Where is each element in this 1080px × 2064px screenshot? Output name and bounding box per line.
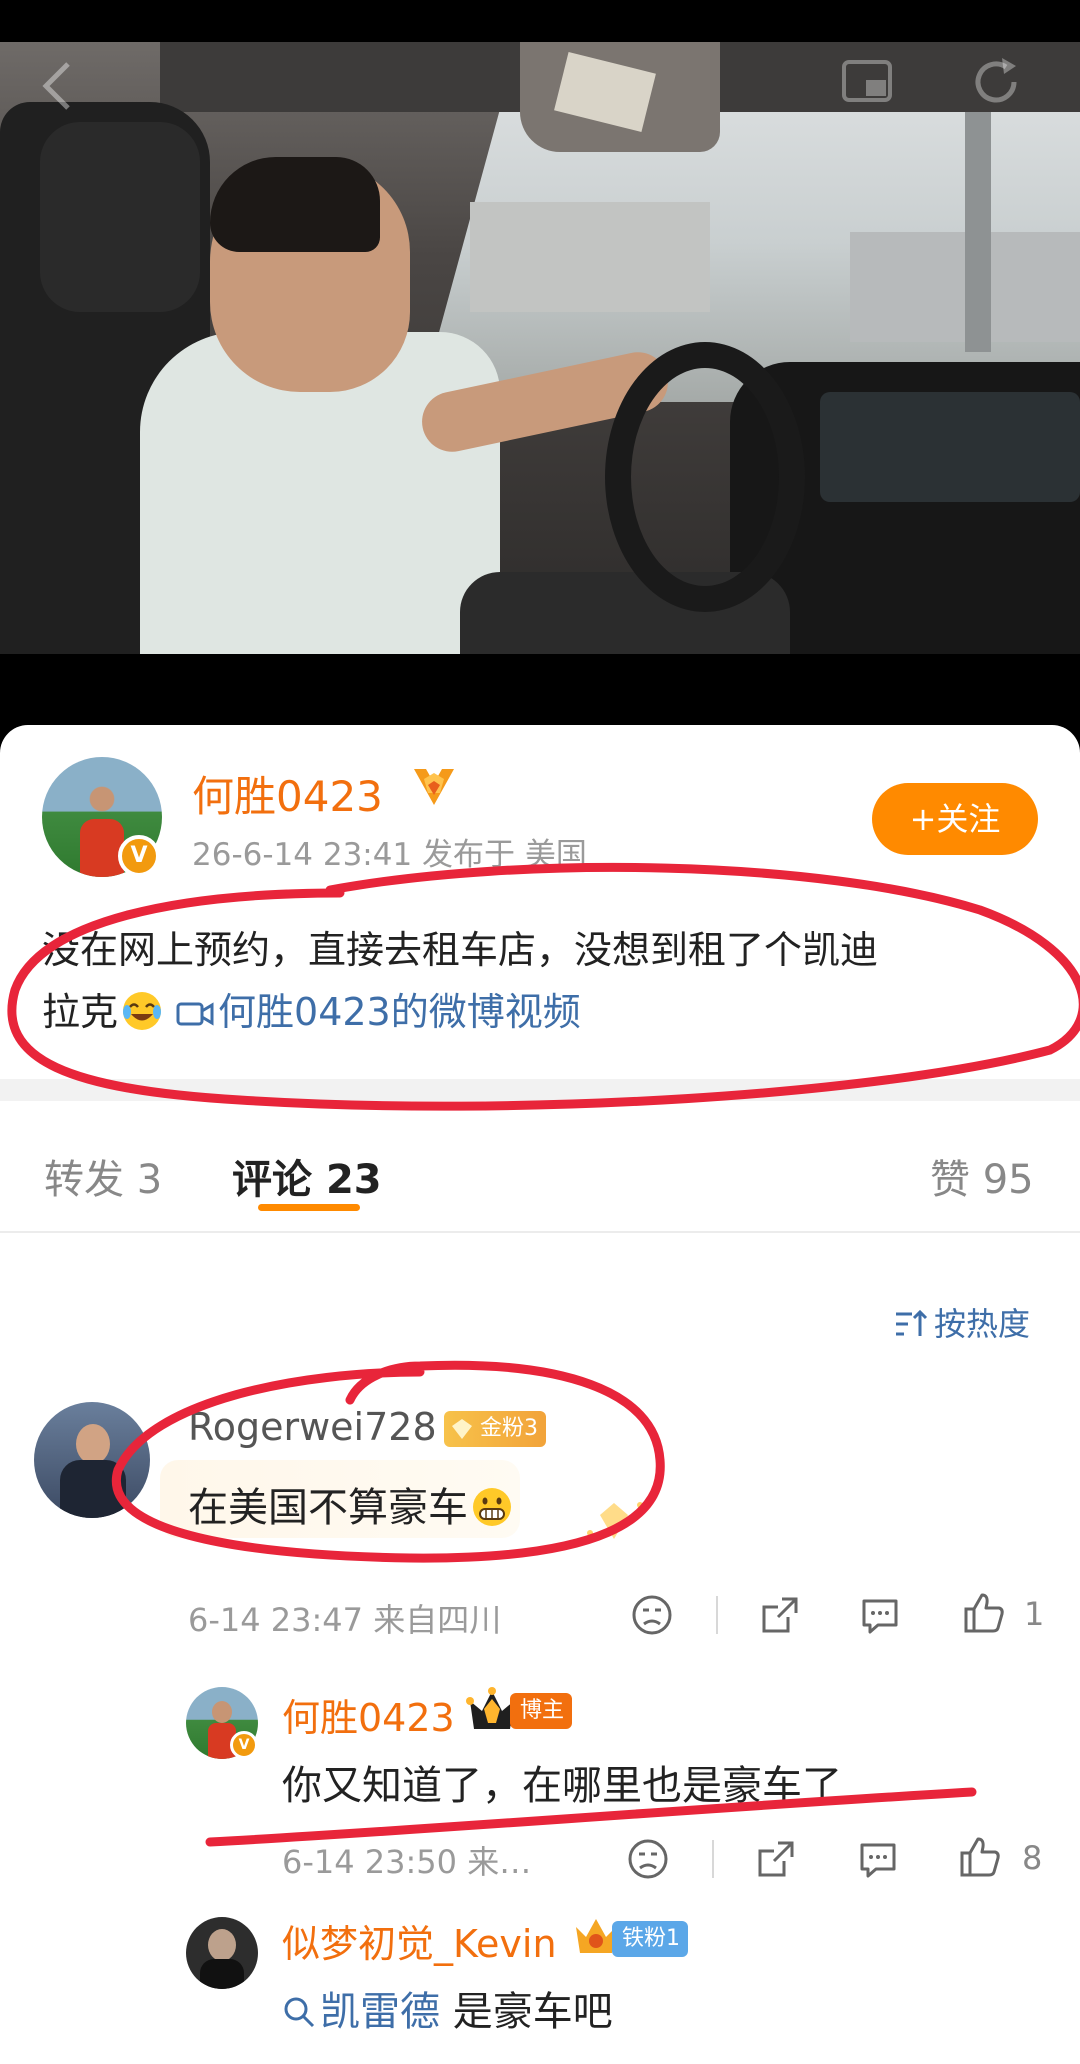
like-icon[interactable] bbox=[962, 1591, 1006, 1635]
like-icon[interactable] bbox=[958, 1835, 1002, 1879]
post-text-line-1: 没在网上预约，直接去租车店，没想到租了个凯迪 bbox=[42, 928, 879, 972]
sort-icon bbox=[896, 1309, 928, 1336]
share-icon[interactable] bbox=[758, 1593, 802, 1637]
commenter-name[interactable]: Rogerwei728 bbox=[188, 1405, 437, 1449]
tab-likes[interactable]: 赞 95 bbox=[930, 1147, 1034, 1205]
reply-meta: 6-14 23:50 来… bbox=[282, 1843, 532, 1881]
search-icon bbox=[284, 1997, 315, 2028]
video-link[interactable]: 何胜0423的微博视频 bbox=[164, 990, 581, 1034]
gem-icon bbox=[452, 1419, 472, 1439]
reply-user-name[interactable]: 似梦初觉_Kevin bbox=[282, 1913, 557, 1968]
reply-user-name[interactable]: 何胜0423 bbox=[282, 1687, 455, 1742]
orange-medal-icon bbox=[414, 769, 454, 805]
reply-icon[interactable] bbox=[856, 1837, 900, 1881]
reply-icon[interactable] bbox=[858, 1593, 902, 1637]
topic-search-link[interactable]: 凯雷德 bbox=[282, 1989, 440, 2035]
tab-repost[interactable]: 转发 3 bbox=[44, 1147, 162, 1205]
laughing-crying-emoji-icon bbox=[123, 992, 162, 1030]
verified-badge-small: V bbox=[230, 1731, 258, 1759]
video-player[interactable] bbox=[0, 0, 1080, 725]
share-icon[interactable] bbox=[754, 1837, 798, 1881]
refresh-icon[interactable] bbox=[966, 52, 1026, 112]
dislike-face-icon[interactable] bbox=[630, 1593, 674, 1637]
post-card: V 何胜0423 26-6-14 23:41 发布于 美国 +关注 没在网上预约… bbox=[0, 725, 1080, 2064]
blogger-badge: 博主 bbox=[510, 1693, 573, 1729]
like-count: 1 bbox=[1024, 1595, 1045, 1633]
section-divider bbox=[0, 1079, 1080, 1101]
video-frame[interactable] bbox=[0, 42, 1080, 654]
gold-sparkle-decoration bbox=[587, 1502, 643, 1539]
post-tabs: 转发 3 评论 23 赞 95 bbox=[0, 1101, 1080, 1233]
steering-wheel bbox=[605, 342, 805, 612]
commenter-avatar[interactable] bbox=[34, 1402, 150, 1518]
comment-text: 在美国不算豪车 bbox=[188, 1485, 468, 1531]
video-camera-icon bbox=[176, 1002, 214, 1026]
dislike-face-icon[interactable] bbox=[626, 1837, 670, 1881]
gold-fan-badge: 金粉3 bbox=[444, 1411, 546, 1447]
chevron-left-icon[interactable] bbox=[38, 58, 78, 114]
post-text-line-2: 拉克 bbox=[42, 990, 119, 1034]
grinning-emoji-icon bbox=[473, 1488, 511, 1526]
reply-avatar-kevin[interactable] bbox=[186, 1917, 258, 1989]
tab-comments[interactable]: 评论 23 bbox=[232, 1147, 382, 1205]
author-name[interactable]: 何胜0423 bbox=[192, 763, 383, 824]
like-count: 8 bbox=[1022, 1839, 1043, 1877]
comment-meta: 6-14 23:47 来自四川 bbox=[188, 1601, 502, 1639]
follow-button[interactable]: +关注 bbox=[872, 783, 1038, 855]
iron-fan-badge: 铁粉1 bbox=[612, 1921, 688, 1957]
reply-text: 你又知道了，在哪里也是豪车了 bbox=[282, 1763, 842, 1809]
reply-text: 是豪车吧 bbox=[440, 1989, 613, 2035]
verified-badge: V bbox=[118, 835, 160, 877]
sort-by-hot-button[interactable]: 按热度 bbox=[894, 1299, 1030, 1345]
post-meta: 26-6-14 23:41 发布于 美国 bbox=[192, 837, 587, 873]
picture-in-picture-icon[interactable] bbox=[840, 54, 896, 110]
active-tab-indicator bbox=[258, 1204, 360, 1211]
post-text: 没在网上预约，直接去租车店，没想到租了个凯迪 拉克 何胜0423的微博视频 bbox=[42, 919, 1042, 1043]
